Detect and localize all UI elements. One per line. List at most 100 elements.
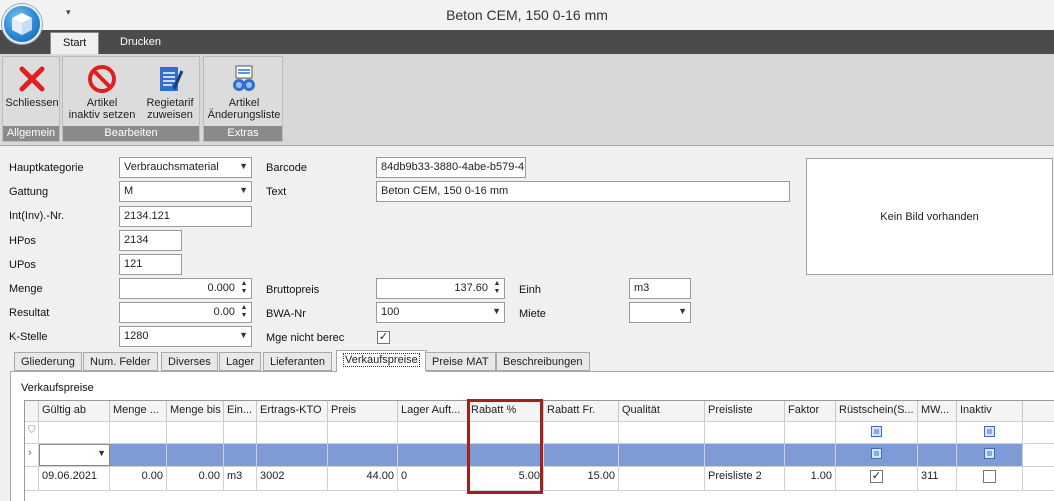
grid-cell[interactable]: [785, 444, 836, 466]
resultat-spinner[interactable]: 0.00 ▲ ▼: [119, 302, 252, 323]
spinner-arrows-icon[interactable]: ▲ ▼: [239, 280, 249, 296]
grid-cell[interactable]: [705, 444, 785, 466]
grid-cell[interactable]: [918, 444, 957, 466]
grid-cell[interactable]: [257, 444, 328, 466]
image-placeholder[interactable]: Kein Bild vorhanden: [806, 158, 1053, 275]
cell-rabatt-fr[interactable]: 15.00: [544, 467, 619, 490]
upos-field[interactable]: 121: [119, 254, 182, 275]
cell-qualitaet[interactable]: [619, 467, 705, 490]
cell-mwst[interactable]: 311: [918, 467, 957, 490]
spinner-arrows-icon[interactable]: ▲ ▼: [492, 280, 502, 296]
regietarif-zuweisen-button[interactable]: Regietarif zuweisen: [142, 59, 198, 127]
grid-cell[interactable]: [328, 444, 398, 466]
grid-cell[interactable]: [836, 444, 918, 466]
column-header[interactable]: Menge bis: [167, 401, 224, 421]
filter-cell[interactable]: [918, 422, 957, 443]
tab-preise-mat[interactable]: Preise MAT: [425, 352, 496, 371]
filter-cell[interactable]: [957, 422, 1023, 443]
tab-diverses[interactable]: Diverses: [161, 352, 218, 371]
filter-cell[interactable]: [398, 422, 468, 443]
app-menu-button[interactable]: [2, 4, 42, 44]
column-header[interactable]: Rüstschein(S...: [836, 401, 918, 421]
chevron-down-icon: ▼: [239, 161, 248, 171]
column-header[interactable]: Lager Auft...: [398, 401, 468, 421]
cell-preis[interactable]: 44.00: [328, 467, 398, 490]
cell-inaktiv[interactable]: [957, 467, 1023, 490]
tab-beschreibungen[interactable]: Beschreibungen: [496, 352, 590, 371]
cell-preisliste[interactable]: Preisliste 2: [705, 467, 785, 490]
column-header[interactable]: Qualität: [619, 401, 705, 421]
filter-cell[interactable]: [619, 422, 705, 443]
row-indicator: [25, 467, 39, 490]
mge-nicht-berec-checkbox[interactable]: ✓: [377, 331, 390, 344]
cell-ruestschein[interactable]: ✓: [836, 467, 918, 490]
cell-faktor[interactable]: 1.00: [785, 467, 836, 490]
filter-cell[interactable]: [705, 422, 785, 443]
artikel-inaktiv-setzen-button[interactable]: Artikel inaktiv setzen: [66, 59, 138, 127]
grid-cell[interactable]: [398, 444, 468, 466]
filter-checkbox-icon[interactable]: [871, 425, 882, 437]
column-header[interactable]: MW...: [918, 401, 957, 421]
checkbox-indeterminate-icon[interactable]: [984, 447, 995, 459]
filter-cell[interactable]: [110, 422, 167, 443]
column-header[interactable]: Preisliste: [705, 401, 785, 421]
intnr-field[interactable]: 2134.121: [119, 206, 252, 227]
tab-num-felder[interactable]: Num. Felder: [83, 352, 158, 371]
tab-lager[interactable]: Lager: [219, 352, 262, 371]
cell-lager-auft[interactable]: 0: [398, 467, 468, 490]
filter-cell[interactable]: [544, 422, 619, 443]
tab-lieferanten[interactable]: Lieferanten: [263, 352, 333, 371]
bwanr-select[interactable]: 100 ▼: [376, 302, 505, 323]
column-header[interactable]: Gültig ab: [39, 401, 110, 421]
column-header[interactable]: Rabatt Fr.: [544, 401, 619, 421]
cell-einheit[interactable]: m3: [224, 467, 257, 490]
filter-cell[interactable]: [328, 422, 398, 443]
schliessen-button[interactable]: Schliessen: [4, 59, 60, 127]
miete-select[interactable]: ▼: [629, 302, 691, 323]
cell-menge-bis[interactable]: 0.00: [167, 467, 224, 490]
cell-menge-von[interactable]: 0.00: [110, 467, 167, 490]
ruestschein-checkbox[interactable]: ✓: [870, 470, 883, 483]
checkbox-indeterminate-icon[interactable]: [871, 447, 882, 459]
menge-spinner[interactable]: 0.000 ▲ ▼: [119, 278, 252, 299]
column-header[interactable]: Inaktiv: [957, 401, 1023, 421]
column-header[interactable]: Preis: [328, 401, 398, 421]
tab-verkaufspreise[interactable]: Verkaufspreise: [336, 350, 427, 372]
inaktiv-checkbox[interactable]: [983, 470, 996, 483]
hauptkategorie-select[interactable]: Verbrauchsmaterial ▼: [119, 157, 252, 178]
einh-field[interactable]: m3: [629, 278, 691, 299]
cell-gueltig-ab[interactable]: 09.06.2021: [39, 467, 110, 490]
text-field[interactable]: Beton CEM, 150 0-16 mm: [376, 181, 790, 202]
tab-drucken[interactable]: Drucken: [108, 32, 173, 54]
filter-cell[interactable]: [257, 422, 328, 443]
grid-cell[interactable]: [619, 444, 705, 466]
filter-checkbox-icon[interactable]: [984, 425, 995, 437]
grid-cell[interactable]: [224, 444, 257, 466]
grid-cell[interactable]: [544, 444, 619, 466]
filter-cell[interactable]: [836, 422, 918, 443]
artikel-aenderungsliste-button[interactable]: Artikel Änderungsliste: [206, 59, 282, 127]
filter-cell[interactable]: [39, 422, 110, 443]
filter-cell[interactable]: [167, 422, 224, 443]
grid-cell[interactable]: [110, 444, 167, 466]
spinner-arrows-icon[interactable]: ▲ ▼: [239, 304, 249, 320]
cell-ertrags-kto[interactable]: 3002: [257, 467, 328, 490]
column-header[interactable]: Ertrags-KTO: [257, 401, 328, 421]
bruttopreis-spinner[interactable]: 137.60 ▲ ▼: [376, 278, 505, 299]
column-header[interactable]: Ein...: [224, 401, 257, 421]
hpos-field[interactable]: 2134: [119, 230, 182, 251]
tab-gliederung[interactable]: Gliederung: [14, 352, 82, 371]
grid-cell[interactable]: [957, 444, 1023, 466]
filter-cell[interactable]: [224, 422, 257, 443]
filter-cell[interactable]: [785, 422, 836, 443]
column-header[interactable]: Menge ...: [110, 401, 167, 421]
tab-start[interactable]: Start: [50, 32, 100, 54]
grid-cell[interactable]: [167, 444, 224, 466]
kstelle-label: K-Stelle: [9, 331, 48, 343]
gattung-select[interactable]: M ▼: [119, 181, 252, 202]
column-header[interactable]: Faktor: [785, 401, 836, 421]
kstelle-select[interactable]: 1280 ▼: [119, 326, 252, 347]
filter-funnel-icon[interactable]: ⛉: [25, 422, 39, 443]
barcode-field[interactable]: 84db9b33-3880-4abe-b579-4: [376, 157, 526, 178]
gueltig-ab-editor[interactable]: ▼: [39, 444, 110, 466]
